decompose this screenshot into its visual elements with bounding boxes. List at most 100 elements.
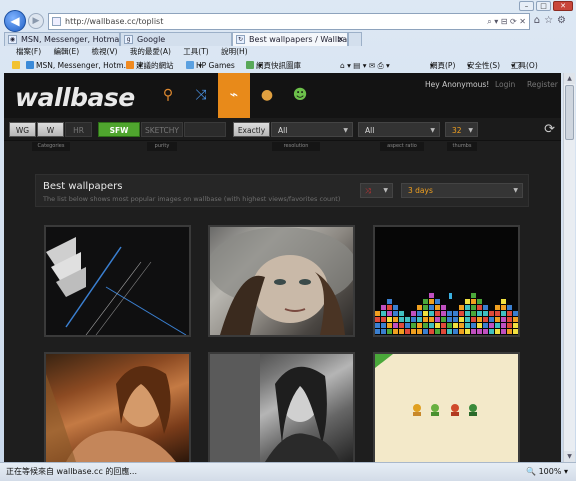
tab-strip: ◉ MSN, Messenger, Hotmail - g Google ↻ B… [0, 32, 576, 46]
tab-msn[interactable]: ◉ MSN, Messenger, Hotmail - [4, 32, 120, 46]
chevron-down-icon: ▼ [343, 127, 348, 134]
status-text: 正在等候來自 wallbase.cc 的回應... [6, 467, 138, 476]
cmd-page[interactable]: 網頁(P) ▾ [430, 59, 455, 72]
wallpaper-thumbnail[interactable] [373, 225, 520, 337]
tab-title: MSN, Messenger, Hotmail - [21, 35, 120, 44]
label-thumbs: thumbs [447, 142, 477, 151]
scroll-down-icon[interactable]: ▼ [564, 451, 575, 462]
site-logo[interactable]: wallbase [15, 83, 135, 112]
chevron-down-icon: ▼ [513, 187, 518, 194]
category-hr-button[interactable]: HR [65, 122, 92, 137]
aspect-ratio-select[interactable]: All ▼ [358, 122, 440, 137]
address-tools[interactable]: ⌕ ▾ ⊟ ⟳ ✕ [487, 14, 526, 29]
forward-button[interactable]: ▶ [28, 13, 44, 29]
label-aspect: aspect ratio [380, 142, 424, 151]
exactly-button[interactable]: Exactly [233, 122, 270, 137]
msn-icon: ◉ [8, 35, 17, 44]
random-icon[interactable]: ⤨ [185, 73, 217, 118]
site-header: wallbase ⚲ ⤨ ⌁ ● ☻ Hey Anonymous! Login … [4, 73, 561, 118]
alien-icon[interactable]: ☻ [284, 73, 316, 118]
aspect-value: All [365, 126, 375, 135]
purity-sketchy-button[interactable]: SKETCHY [141, 122, 183, 137]
fav-hp-games[interactable]: HP Games ▾ [186, 59, 235, 72]
tab-google[interactable]: g Google [120, 32, 232, 46]
shuffle-icon: ⤨ [365, 187, 371, 195]
favicon-icon [52, 17, 61, 26]
purity-sfw-button[interactable]: SFW [98, 122, 140, 137]
thumbs-select[interactable]: 32 ▼ [445, 122, 478, 137]
navigation-bar: ◀ ▶ http://wallbase.cc/toplist ⌕ ▾ ⊟ ⟳ ✕… [4, 10, 572, 32]
command-icons[interactable]: ⌂ ▾ ▤ ▾ ✉ ⎙ ▾ [340, 59, 390, 72]
filter-labels: Categories purity resolution aspect rati… [4, 142, 561, 152]
menu-bar: 檔案(F) 編輯(E) 檢視(V) 我的最愛(A) 工具(T) 說明(H) [0, 46, 576, 59]
chevron-down-icon: ▼ [383, 187, 388, 194]
page-subtitle: The list below shows most popular images… [43, 195, 341, 203]
toplist-icon[interactable]: ⌁ [218, 73, 250, 118]
search-icon[interactable]: ⚲ [152, 73, 184, 118]
label-resolution: resolution [272, 142, 320, 151]
vertical-scrollbar[interactable]: ▲ ▼ [563, 73, 575, 462]
category-w-button[interactable]: W [37, 122, 64, 137]
browser-window: – □ ✕ ◀ ▶ http://wallbase.cc/toplist ⌕ ▾… [0, 0, 576, 481]
wallpaper-thumbnail[interactable] [208, 225, 355, 337]
new-tab-button[interactable] [348, 32, 362, 46]
section-header: Best wallpapers The list below shows mos… [35, 174, 529, 207]
fav-msn[interactable]: MSN, Messenger, Hotm... [26, 59, 131, 72]
address-bar[interactable]: http://wallbase.cc/toplist ⌕ ▾ ⊟ ⟳ ✕ [48, 13, 530, 30]
filter-bar: WG W HR SFW SKETCHY Exactly All ▼ All ▼ 32… [4, 118, 561, 141]
favorites-star-icon[interactable] [12, 59, 22, 72]
thumbnail-image [210, 227, 353, 335]
thumbs-value: 32 [452, 126, 462, 135]
category-wg-button[interactable]: WG [9, 122, 36, 137]
fav-suggested[interactable]: 建議的網站 ▾ [126, 59, 174, 72]
thumbnail-image [375, 354, 477, 416]
wallpaper-thumbnail[interactable] [373, 352, 520, 462]
period-select[interactable]: 3 days ▼ [401, 183, 523, 198]
menu-edit[interactable]: 編輯(E) [54, 47, 80, 56]
zoom-control[interactable]: 🔍 100% ▾ [526, 463, 568, 480]
tab-title: Best wallpapers / Wallbas... [249, 35, 348, 44]
zoom-value: 100% [538, 467, 562, 476]
tab-wallbase[interactable]: ↻ Best wallpapers / Wallbas... ✕ [232, 32, 348, 46]
home-star-gear-icons[interactable]: ⌂☆⚙ [534, 15, 570, 26]
wallpaper-thumbnail[interactable] [208, 352, 355, 462]
label-purity: purity [147, 142, 177, 151]
thumbnail-image [210, 354, 340, 462]
menu-file[interactable]: 檔案(F) [16, 47, 41, 56]
back-button[interactable]: ◀ [4, 10, 26, 32]
menu-favorites[interactable]: 我的最愛(A) [130, 47, 171, 56]
tab-close-icon[interactable]: ✕ [337, 33, 344, 46]
user-greeting: Hey Anonymous! [425, 80, 490, 89]
cmd-safety[interactable]: 安全性(S) ▾ [467, 59, 500, 72]
address-text: http://wallbase.cc/toplist [65, 17, 164, 26]
label-categories: Categories [32, 142, 70, 151]
sort-select[interactable]: ⤨ ▼ [360, 183, 393, 198]
chat-icon[interactable]: ● [251, 73, 283, 118]
loading-icon: ↻ [236, 35, 245, 44]
thumbnail-image [375, 293, 518, 334]
page-content: wallbase ⚲ ⤨ ⌁ ● ☻ Hey Anonymous! Login … [4, 73, 561, 462]
purity-nsfw-button[interactable] [184, 122, 226, 137]
login-link[interactable]: Login [495, 80, 515, 89]
favorites-bar: MSN, Messenger, Hotm... 建議的網站 ▾ HP Games… [0, 59, 576, 73]
menu-tools[interactable]: 工具(T) [183, 47, 208, 56]
google-icon: g [124, 35, 133, 44]
period-value: 3 days [408, 186, 433, 195]
tab-title: Google [137, 35, 166, 44]
resolution-value: All [278, 126, 288, 135]
scroll-thumb[interactable] [565, 85, 574, 140]
wallpaper-thumbnail[interactable] [44, 225, 191, 337]
thumbnail-image [46, 237, 187, 335]
cmd-tools[interactable]: 工具(O) ▾ ? [511, 59, 538, 72]
menu-view[interactable]: 檢視(V) [92, 47, 118, 56]
register-link[interactable]: Register [527, 80, 558, 89]
resolution-select[interactable]: All ▼ [271, 122, 353, 137]
scroll-up-icon[interactable]: ▲ [564, 73, 575, 84]
chevron-down-icon: ▼ [430, 127, 435, 134]
wallpaper-thumbnail[interactable] [44, 352, 191, 462]
page-title: Best wallpapers [43, 181, 123, 192]
refresh-icon[interactable]: ⟳ [544, 122, 555, 137]
fav-webslice[interactable]: 網頁快訊圖庫 ▾ [246, 59, 301, 72]
menu-help[interactable]: 說明(H) [221, 47, 248, 56]
status-bar: 正在等候來自 wallbase.cc 的回應... 🔍 100% ▾ [0, 462, 576, 481]
